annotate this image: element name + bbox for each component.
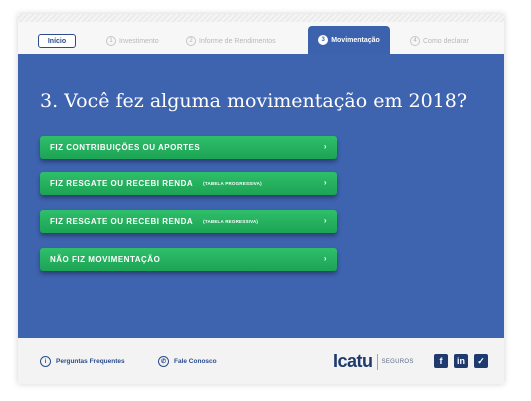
brand-sub: SEGUROS: [381, 358, 414, 365]
tab-investimento[interactable]: 1 Investimento: [106, 34, 159, 48]
brand-logo: Icatu SEGUROS: [333, 351, 414, 372]
contact-label: Fale Conosco: [174, 358, 217, 365]
option-sublabel: (TABELA PROGRESSIVA): [203, 181, 262, 186]
option-label: FIZ CONTRIBUIÇÕES OU APORTES: [50, 143, 201, 152]
tab-label: Movimentação: [331, 36, 380, 44]
chevron-right-icon: ›: [323, 216, 327, 225]
tab-home[interactable]: Início: [38, 34, 76, 48]
brand-name: Icatu: [333, 351, 373, 371]
tab-como-declarar[interactable]: 4 Como declarar: [410, 34, 469, 48]
chevron-right-icon: ›: [323, 142, 327, 151]
option-label: FIZ RESGATE OU RECEBI RENDA: [50, 217, 194, 226]
contact-link[interactable]: ✆ Fale Conosco: [158, 356, 217, 367]
faq-link[interactable]: i Perguntas Frequentes: [40, 356, 125, 367]
option-nao-movimentacao-button[interactable]: NÃO FIZ MOVIMENTAÇÃO ›: [40, 248, 337, 271]
linkedin-icon[interactable]: in: [454, 354, 468, 368]
option-contribuicoes-button[interactable]: FIZ CONTRIBUIÇÕES OU APORTES ›: [40, 136, 337, 159]
top-stripe: [18, 14, 504, 22]
tab-label: Informe de Rendimentos: [199, 37, 276, 45]
step-number: 3: [318, 35, 329, 45]
content-card: Início 1 Investimento 2 Informe de Rendi…: [18, 14, 504, 384]
footer: i Perguntas Frequentes ✆ Fale Conosco Ic…: [18, 338, 504, 384]
step-number: 4: [410, 36, 420, 46]
step-tabs: Início 1 Investimento 2 Informe de Rendi…: [18, 22, 504, 54]
option-label: NÃO FIZ MOVIMENTAÇÃO: [50, 255, 161, 264]
facebook-icon[interactable]: f: [434, 354, 448, 368]
tab-label: Como declarar: [423, 37, 469, 45]
page-frame: Início 1 Investimento 2 Informe de Rendi…: [0, 0, 531, 401]
tab-movimentacao[interactable]: 3 Movimentação: [308, 26, 390, 54]
question-panel: 3. Você fez alguma movimentação em 2018?…: [18, 54, 504, 338]
option-label: FIZ RESGATE OU RECEBI RENDA: [50, 179, 194, 188]
option-resgate-progressiva-button[interactable]: FIZ RESGATE OU RECEBI RENDA (TABELA PROG…: [40, 172, 337, 195]
tab-label: Investimento: [119, 37, 159, 45]
step-number: 1: [106, 36, 116, 46]
twitter-icon[interactable]: ✓: [474, 354, 488, 368]
chevron-right-icon: ›: [323, 254, 327, 263]
option-resgate-regressiva-button[interactable]: FIZ RESGATE OU RECEBI RENDA (TABELA REGR…: [40, 210, 337, 233]
phone-icon: ✆: [158, 356, 169, 367]
logo-divider: [376, 353, 378, 370]
info-icon: i: [40, 356, 51, 367]
chevron-right-icon: ›: [323, 178, 327, 187]
option-sublabel: (TABELA REGRESSIVA): [203, 219, 259, 224]
tab-informe[interactable]: 2 Informe de Rendimentos: [186, 34, 276, 48]
step-number: 2: [186, 36, 196, 46]
faq-label: Perguntas Frequentes: [56, 358, 125, 365]
question-title: 3. Você fez alguma movimentação em 2018?: [40, 90, 468, 112]
